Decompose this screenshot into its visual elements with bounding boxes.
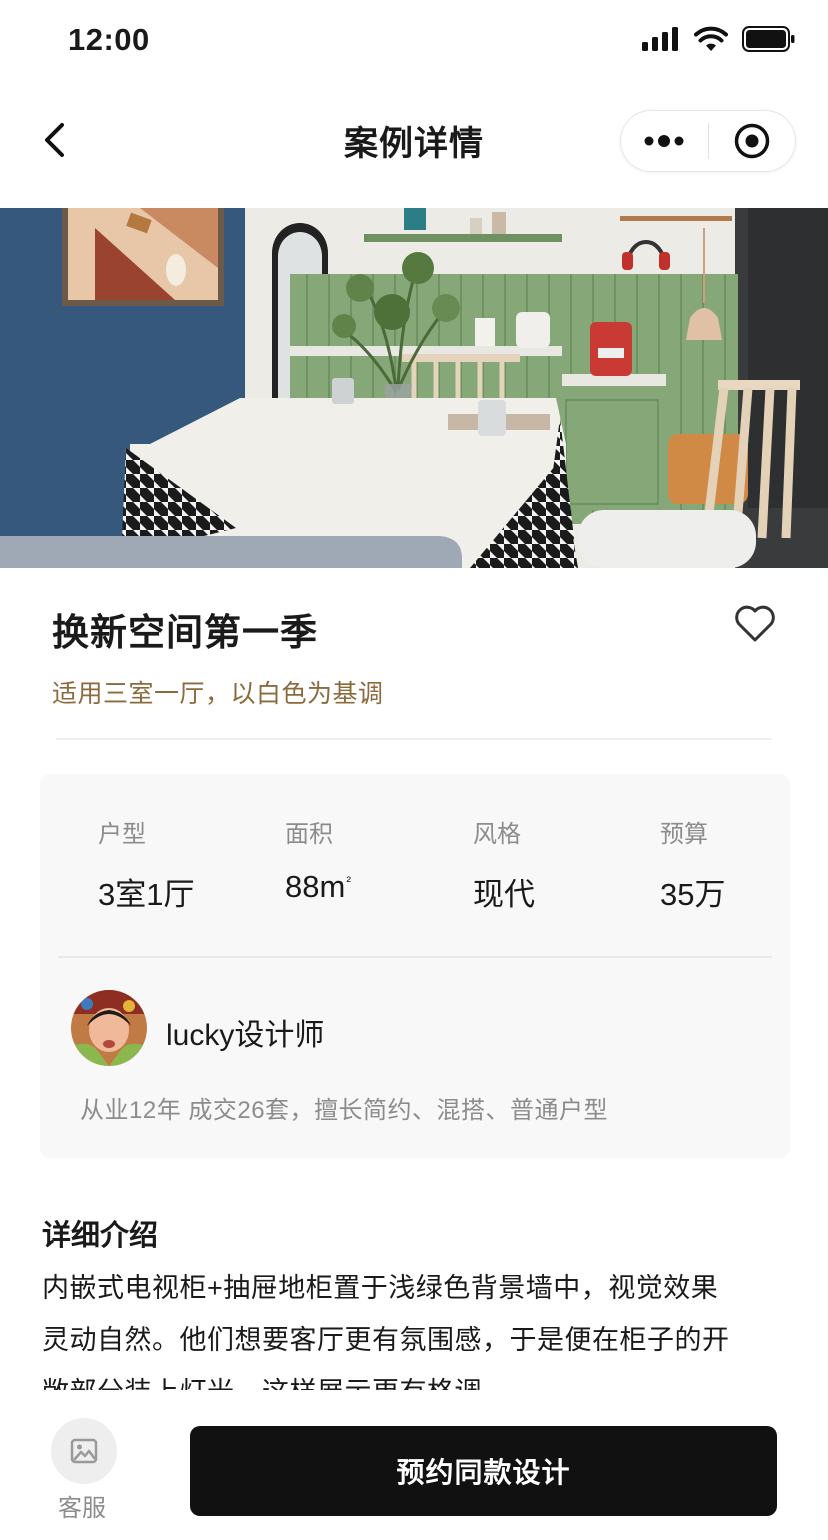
favorite-button[interactable] xyxy=(734,604,776,644)
spec-area-value: 88m xyxy=(285,869,346,904)
spec-value: 35万 xyxy=(660,877,726,912)
spec-area-unit-sup: ² xyxy=(346,872,351,889)
spec-value: 3室1厅 xyxy=(98,877,195,912)
spec-value: 88m² xyxy=(285,869,351,905)
spec-area: 面积 88m² xyxy=(285,814,351,905)
designer-avatar[interactable] xyxy=(71,990,147,1066)
wifi-icon xyxy=(694,26,728,51)
mini-program-capsule xyxy=(620,110,796,172)
designer-name[interactable]: lucky设计师 xyxy=(166,1010,324,1054)
spec-budget: 预算 35万 xyxy=(660,814,725,914)
case-subtitle: 适用三室一厅，以白色为基调 xyxy=(52,680,384,708)
navigation-bar: 案例详情 xyxy=(0,84,828,196)
target-close-icon xyxy=(734,123,769,159)
spec-label: 面积 xyxy=(285,821,333,848)
heart-icon xyxy=(735,605,775,642)
status-bar: 12:00 xyxy=(0,0,828,84)
detail-title: 详细介绍 xyxy=(42,1220,159,1252)
spec-label: 户型 xyxy=(98,821,146,848)
close-miniprogram-button[interactable] xyxy=(709,111,796,171)
spec-label: 风格 xyxy=(473,821,521,848)
battery-icon xyxy=(742,26,795,52)
more-dots-icon xyxy=(644,135,684,147)
case-hero-image xyxy=(0,208,828,568)
customer-service-label[interactable]: 客服 xyxy=(58,1488,106,1523)
status-time: 12:00 xyxy=(68,22,150,57)
spec-label: 预算 xyxy=(660,821,708,848)
spec-value: 现代 xyxy=(473,877,535,912)
customer-service-button[interactable] xyxy=(51,1418,117,1484)
case-info-card: 户型 3室1厅 面积 88m² 风格 现代 预算 35万 lucky设计师 从业… xyxy=(40,774,790,1158)
card-divider xyxy=(58,956,772,958)
book-same-design-button[interactable]: 预约同款设计 xyxy=(190,1426,777,1516)
divider xyxy=(56,738,772,740)
status-icons xyxy=(642,26,796,52)
more-button[interactable] xyxy=(621,111,708,171)
detail-text: 内嵌式电视柜+抽屉地柜置于浅绿色背景墙中，视觉效果灵动自然。他们想要客厅更有氛围… xyxy=(42,1273,730,1390)
bottom-action-bar: 客服 预约同款设计 xyxy=(0,1392,828,1540)
case-title: 换新空间第一季 xyxy=(52,612,318,653)
signal-icon xyxy=(642,27,678,51)
designer-description: 从业12年 成交26套，擅长简约、混搭、普通户型 xyxy=(80,1097,609,1124)
spec-layout: 户型 3室1厅 xyxy=(98,814,194,914)
spec-style: 风格 现代 xyxy=(473,814,535,914)
image-icon xyxy=(70,1438,98,1464)
